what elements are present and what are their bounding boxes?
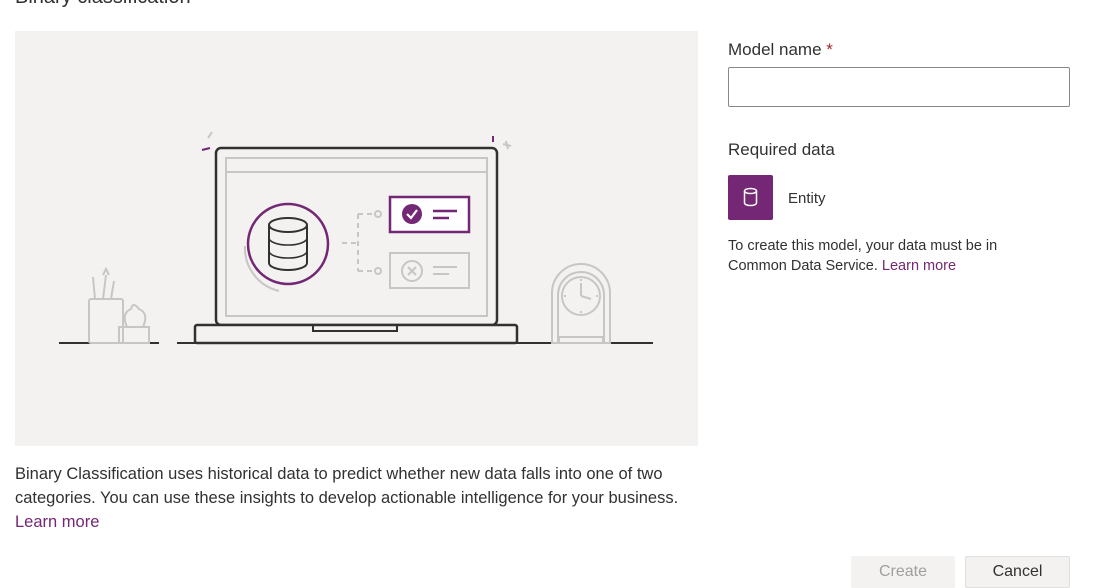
description-learn-more-link[interactable]: Learn more bbox=[15, 513, 99, 531]
model-name-input[interactable] bbox=[728, 67, 1070, 107]
database-entity-icon bbox=[743, 187, 758, 207]
check-card-icon bbox=[388, 195, 471, 234]
note-text: To create this model, your data must be … bbox=[728, 238, 998, 274]
model-name-label: Model name * bbox=[728, 40, 833, 60]
pencil-cup-icon bbox=[88, 266, 150, 344]
description-text: Binary Classification uses historical da… bbox=[15, 465, 679, 507]
laptop-icon bbox=[193, 146, 519, 345]
create-button[interactable]: Create bbox=[851, 556, 955, 588]
entity-label: Entity bbox=[788, 190, 826, 207]
note-learn-more-link[interactable]: Learn more bbox=[882, 258, 956, 274]
required-asterisk: * bbox=[826, 40, 833, 59]
page-title: Binary classification bbox=[15, 0, 191, 9]
description: Binary Classification uses historical da… bbox=[15, 462, 695, 534]
hero-illustration bbox=[15, 31, 698, 446]
cancel-button[interactable]: Cancel bbox=[965, 556, 1070, 588]
data-requirement-note: To create this model, your data must be … bbox=[728, 236, 1058, 276]
entity-tile bbox=[728, 175, 773, 220]
model-name-label-text: Model name bbox=[728, 40, 822, 59]
clock-icon bbox=[551, 263, 611, 344]
required-data-label: Required data bbox=[728, 140, 835, 159]
